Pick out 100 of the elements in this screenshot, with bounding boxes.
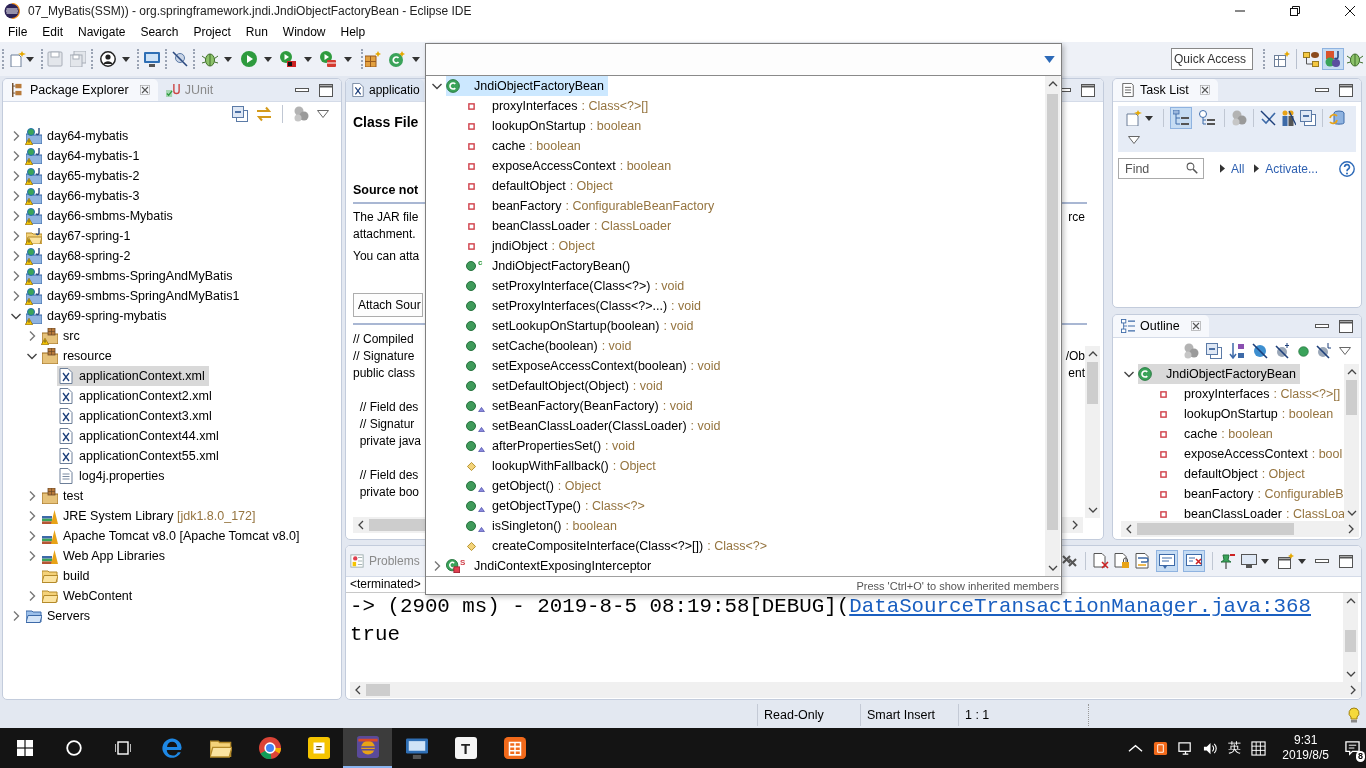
outline-item[interactable]: S JndiContextExposingInterceptor [446, 556, 656, 576]
chevron-right-icon[interactable] [11, 611, 21, 621]
tree-item[interactable]: day65-mybatis-2 [25, 166, 144, 186]
menu-item[interactable]: Project [187, 25, 237, 39]
collapse-all-icon[interactable] [232, 106, 248, 122]
minimize-view-icon[interactable] [295, 86, 309, 94]
tree-item[interactable]: applicationContext55.xml [57, 446, 223, 466]
notification-icon[interactable] [1345, 740, 1360, 756]
tree-item[interactable]: resource [41, 346, 116, 366]
ide-app-icon[interactable] [356, 736, 379, 758]
scroll-right-icon[interactable] [1070, 520, 1080, 530]
small-triangle-icon[interactable] [1220, 164, 1225, 173]
close-tab-icon[interactable] [139, 85, 150, 95]
outline-item[interactable]: setDefaultObject(Object) : void [464, 376, 667, 396]
caret-icon[interactable] [224, 56, 232, 62]
minimize-view-icon[interactable] [1315, 322, 1329, 330]
outline-item[interactable]: cache : boolean [464, 136, 585, 156]
outline-item[interactable]: c JndiObjectFactoryBean() [464, 256, 635, 276]
chevron-right-icon[interactable] [27, 331, 37, 341]
javaee-perspective-icon[interactable] [1325, 51, 1341, 67]
tree-item[interactable]: JRE System Library [jdk1.8.0_172] [41, 506, 260, 526]
chevron-right-icon[interactable] [11, 251, 21, 261]
menu-item[interactable]: Help [334, 25, 372, 39]
outline-item[interactable]: beanFactory : ConfigurableBeanFactory [464, 196, 719, 216]
outline-item[interactable]: lookupOnStartup : boolean [1156, 404, 1338, 424]
scroll-up-icon[interactable] [1345, 596, 1356, 606]
outline-item[interactable]: exposeAccessContext : boolean [464, 156, 676, 176]
network-icon[interactable] [1178, 740, 1194, 756]
view-menu-icon[interactable] [1128, 136, 1140, 144]
maximize-view-icon[interactable] [1339, 554, 1353, 568]
file-link[interactable]: DataSourceTransactionManager.java:368 [849, 595, 1311, 618]
caret-icon[interactable] [122, 56, 130, 62]
scroll-left-icon[interactable] [353, 685, 363, 695]
minimize-view-icon[interactable] [1315, 557, 1329, 565]
vertical-scrollbar[interactable] [1344, 364, 1359, 521]
sync-icon[interactable] [1329, 110, 1345, 126]
pin-icon[interactable] [1220, 553, 1236, 569]
spheres-icon[interactable] [293, 106, 309, 122]
menu-item[interactable]: Navigate [72, 25, 132, 39]
caret-icon[interactable] [1145, 115, 1153, 121]
outline-item[interactable]: setExposeAccessContext(boolean) : void [464, 356, 725, 376]
maximize-view-icon[interactable] [1339, 83, 1353, 97]
book-app-icon[interactable] [503, 737, 526, 759]
clear-console-icon[interactable] [1093, 553, 1109, 569]
tree-item[interactable]: Servers [25, 606, 95, 626]
people-icon[interactable] [1280, 110, 1296, 126]
filter-link[interactable]: All [1231, 161, 1245, 176]
tree-item[interactable]: applicationContext3.xml [57, 406, 216, 426]
outline-item[interactable]: defaultObject : Object [1156, 464, 1309, 484]
tree-item[interactable]: day69-smbms-SpringAndMyBatis [25, 266, 237, 286]
search-icon[interactable] [1186, 162, 1198, 174]
menu-item[interactable]: Search [134, 25, 185, 39]
scroll-down-icon[interactable] [1345, 669, 1356, 679]
sort-icon[interactable] [1229, 343, 1245, 359]
tree-item[interactable]: log4j.properties [57, 466, 169, 486]
scroll-up-icon[interactable] [1346, 367, 1357, 377]
browser-e-icon[interactable] [160, 737, 183, 759]
new-class-icon[interactable] [389, 51, 405, 67]
outline-item[interactable]: JndiObjectFactoryBean [446, 76, 608, 96]
caret-icon[interactable] [304, 56, 312, 62]
scroll-up-icon[interactable] [1087, 349, 1098, 359]
bug-icon[interactable] [1347, 51, 1363, 67]
speaker-icon[interactable] [1203, 740, 1219, 756]
console-error-icon[interactable] [1186, 553, 1202, 569]
close-icon[interactable] [1345, 6, 1355, 16]
caret-icon[interactable] [1261, 558, 1269, 564]
outline-item[interactable]: setProxyInterfaces(Class<?>...) : void [464, 296, 705, 316]
outline-item[interactable]: exposeAccessContext : bool [1156, 444, 1344, 464]
outline-item[interactable]: beanFactory : ConfigurableB [1156, 484, 1344, 504]
chevron-down-icon[interactable] [27, 351, 37, 361]
horizontal-scrollbar[interactable] [1121, 521, 1359, 537]
view-tab[interactable]: Outline [1113, 315, 1209, 337]
scrollbar-thumb[interactable] [1345, 630, 1356, 652]
monitor-icon[interactable] [144, 51, 160, 67]
chevron-right-icon[interactable] [432, 561, 442, 571]
collapse-all-icon[interactable] [1206, 343, 1222, 359]
chevron-right-icon[interactable] [11, 171, 21, 181]
tree-item[interactable]: day66-mybatis-3 [25, 186, 144, 206]
scheduled-icon[interactable] [1199, 110, 1215, 126]
tree-item[interactable]: build [41, 566, 94, 586]
vertical-scrollbar[interactable] [1343, 593, 1358, 682]
scrollbar-thumb[interactable] [366, 684, 391, 696]
outline-item[interactable]: lookupWithFallback() : Object [464, 456, 660, 476]
horizontal-scrollbar[interactable] [350, 682, 1361, 698]
vertical-scrollbar[interactable] [1085, 346, 1100, 518]
outline-item[interactable]: defaultObject : Object [464, 176, 617, 196]
view-tab[interactable]: Package Explorer [3, 79, 158, 101]
open-perspective-icon[interactable] [1274, 51, 1290, 67]
menu-item[interactable]: Edit [36, 25, 70, 39]
close-tab-icon[interactable] [1199, 85, 1210, 95]
bug-icon[interactable] [202, 51, 218, 67]
chevron-right-icon[interactable] [11, 291, 21, 301]
task-view-icon[interactable] [114, 740, 131, 756]
chevron-right-icon[interactable] [27, 511, 37, 521]
chevron-down-icon[interactable] [11, 311, 21, 321]
maximize-view-icon[interactable] [1339, 319, 1353, 333]
chevron-right-icon[interactable] [27, 531, 37, 541]
input-method-indicator[interactable]: 英 [1228, 739, 1242, 757]
outline-item[interactable]: beanClassLoader : ClassLoader [464, 216, 676, 236]
filter-field[interactable] [426, 44, 1037, 76]
